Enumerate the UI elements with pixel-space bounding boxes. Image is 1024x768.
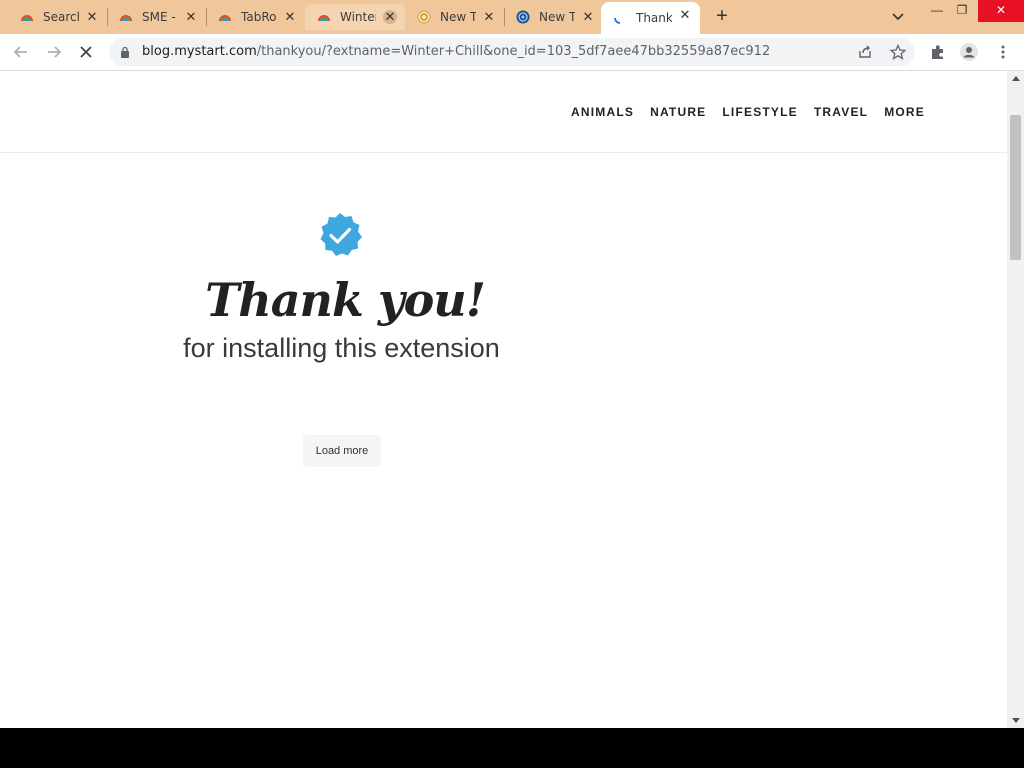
site-nav: ANIMALS NATURE LIFESTYLE TRAVEL MORE <box>571 105 925 119</box>
rainbow-logo-icon <box>318 15 330 22</box>
forward-arrow-icon[interactable] <box>44 42 64 62</box>
close-tab-icon[interactable]: ✕ <box>482 10 496 24</box>
new-tab-plus-icon[interactable]: + <box>712 6 732 26</box>
nav-lifestyle[interactable]: LIFESTYLE <box>722 105 797 119</box>
nav-more[interactable]: MORE <box>884 105 925 119</box>
extensions-puzzle-icon[interactable] <box>929 43 947 61</box>
nav-nature[interactable]: NATURE <box>650 105 706 119</box>
globe-blue-icon <box>516 10 530 24</box>
rainbow-logo-icon <box>21 15 33 22</box>
site-header: ANIMALS NATURE LIFESTYLE TRAVEL MORE <box>0 71 1007 153</box>
taskbar-strip <box>0 728 1024 768</box>
tab-title: New T <box>440 10 476 24</box>
tab-sme[interactable]: SME - ✕ <box>99 4 206 30</box>
verified-check-badge-icon <box>320 213 362 256</box>
address-bar[interactable]: blog.mystart.com/thankyou/?extname=Winte… <box>109 38 915 66</box>
close-tab-icon[interactable]: ✕ <box>383 10 397 24</box>
tab-search-chevron-icon[interactable] <box>890 8 906 24</box>
tab-title: Thank <box>636 11 672 25</box>
url-path: /thankyou/?extname=Winter+Chill&one_id=1… <box>256 44 771 59</box>
page-viewport: ANIMALS NATURE LIFESTYLE TRAVEL MORE Tha… <box>0 71 1007 728</box>
bookmark-star-icon[interactable] <box>890 44 906 60</box>
tab-title: Search <box>43 10 79 24</box>
load-more-button[interactable]: Load more <box>303 435 381 467</box>
browser-toolbar: blog.mystart.com/thankyou/?extname=Winte… <box>0 34 1024 71</box>
scroll-thumb[interactable] <box>1010 115 1021 260</box>
tab-winter[interactable]: Winter ✕ <box>305 4 405 30</box>
tab-thank-you-active[interactable]: Thank ✕ <box>601 2 700 34</box>
kebab-menu-icon[interactable] <box>994 43 1012 61</box>
tab-new-tab-1[interactable]: New T ✕ <box>397 4 504 30</box>
close-tab-icon[interactable]: ✕ <box>283 10 297 24</box>
close-tab-icon[interactable]: ✕ <box>581 10 595 24</box>
lock-icon[interactable] <box>120 46 130 58</box>
loading-spinner-icon <box>614 17 621 24</box>
thank-you-heading: Thank you! <box>205 273 486 327</box>
tab-title: Winter <box>340 10 376 24</box>
extension-orange-icon <box>417 10 431 24</box>
scroll-down-arrow-icon[interactable] <box>1012 718 1020 723</box>
page-scrollbar[interactable] <box>1007 71 1024 728</box>
nav-travel[interactable]: TRAVEL <box>814 105 868 119</box>
tab-title: TabRo <box>241 10 277 24</box>
url-domain: blog.mystart.com <box>142 44 257 59</box>
rainbow-logo-icon <box>120 15 132 22</box>
window-close-icon[interactable]: ✕ <box>978 0 1024 22</box>
close-tab-icon[interactable]: ✕ <box>678 8 692 22</box>
tab-tabro[interactable]: TabRo ✕ <box>198 4 305 30</box>
back-arrow-icon[interactable] <box>11 42 31 62</box>
tab-new-tab-2[interactable]: New T ✕ <box>496 4 603 30</box>
restore-icon[interactable]: ❐ <box>947 0 977 22</box>
scroll-up-arrow-icon[interactable] <box>1012 76 1020 81</box>
share-icon[interactable] <box>857 44 873 60</box>
rainbow-logo-icon <box>219 15 231 22</box>
profile-avatar-icon[interactable] <box>960 43 978 61</box>
thank-you-subheading: for installing this extension <box>183 333 500 363</box>
tab-title: SME - <box>142 10 176 24</box>
tab-search[interactable]: Search ✕ <box>0 4 107 30</box>
tab-strip: Search ✕ SME - ✕ TabRo ✕ Winter ✕ New T … <box>0 0 1024 34</box>
close-tab-icon[interactable]: ✕ <box>85 10 99 24</box>
close-tab-icon[interactable]: ✕ <box>184 10 198 24</box>
nav-animals[interactable]: ANIMALS <box>571 105 634 119</box>
tab-title: New T <box>539 10 575 24</box>
url-text: blog.mystart.com/thankyou/?extname=Winte… <box>142 44 770 59</box>
stop-loading-icon[interactable] <box>76 42 96 62</box>
